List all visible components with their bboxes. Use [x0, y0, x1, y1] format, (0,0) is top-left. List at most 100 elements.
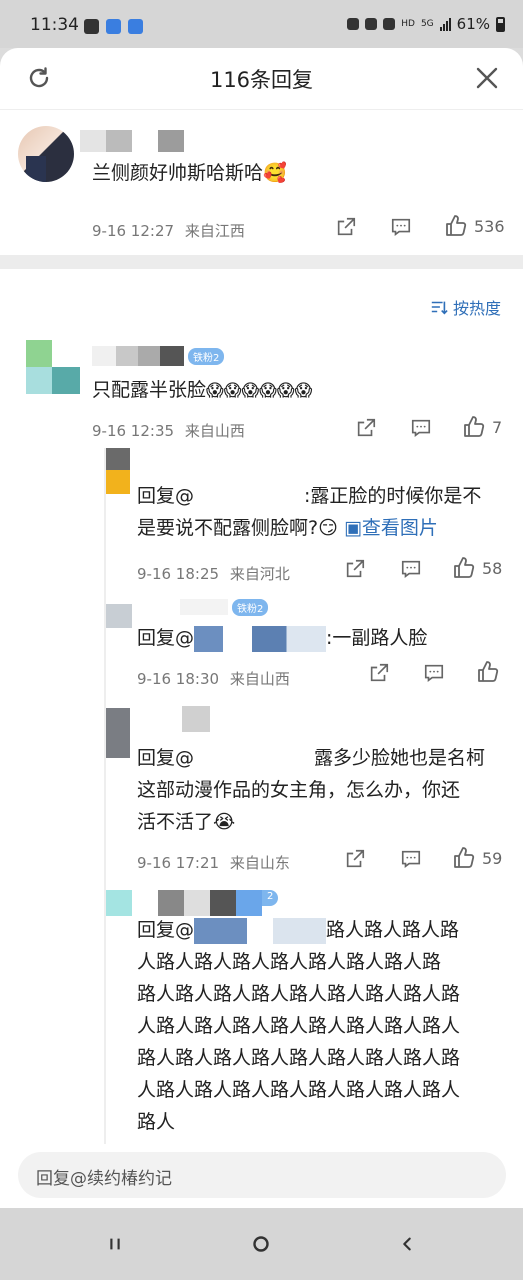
- fan-badge: 铁粉2: [188, 347, 225, 365]
- username-redacted[interactable]: 铁粉2: [180, 598, 269, 616]
- thumbs-up-icon: [478, 661, 499, 682]
- reply-prefix: 回复@: [137, 747, 195, 769]
- comment-time: 9-16 17:21: [137, 854, 220, 872]
- comment-meta: 9-16 12:27 来自江西: [92, 220, 245, 241]
- comment-location: 来自河北: [229, 565, 290, 583]
- comment-icon[interactable]: [410, 417, 432, 439]
- comment-meta: 9-16 12:35 来自山西: [92, 420, 245, 441]
- like-button[interactable]: 58: [452, 556, 502, 580]
- comment-icon[interactable]: [400, 558, 422, 580]
- comment-body-2: 是要说不配露侧脸啊?: [137, 517, 319, 539]
- comment-location: 来自江西: [184, 222, 245, 240]
- share-icon[interactable]: [355, 417, 377, 439]
- like-button[interactable]: [476, 660, 506, 684]
- comment-body-5: 路人路人路人路人路人路人路人路人路: [137, 1047, 461, 1069]
- comment-body: :一副路人脸: [326, 627, 428, 649]
- avatar[interactable]: [106, 604, 132, 628]
- recents-button[interactable]: [100, 1230, 130, 1258]
- thread-line: [104, 448, 106, 1196]
- comment-meta: 9-16 18:25 来自河北: [137, 563, 290, 584]
- avatar[interactable]: [106, 448, 130, 494]
- app-notification-icon-2: [128, 19, 143, 34]
- comment-body-4: 人路人路人路人路人路人路人路人路人: [137, 1015, 461, 1037]
- emoji: 😱😱😱😱😱😱: [206, 381, 313, 401]
- back-button[interactable]: [392, 1230, 422, 1258]
- hd-label: HD: [401, 18, 415, 29]
- signal-icon: [439, 17, 451, 31]
- comment-text: 兰侧颜好帅斯哈斯哈🥰: [92, 158, 287, 185]
- mention-redacted[interactable]: [194, 917, 327, 944]
- thumbs-up-icon: [464, 416, 485, 437]
- comment-time: 9-16 18:25: [137, 565, 220, 583]
- comment-text: 回复@ 露多少脸她也是名柯 这部动漫作品的女主角，怎么办，你还 活不活了😭: [137, 742, 507, 838]
- comment-body: 路人路人路人路: [326, 919, 460, 941]
- like-button[interactable]: 536: [444, 214, 505, 238]
- comment-body-3: 路人路人路人路人路人路人路人路人路: [137, 983, 461, 1005]
- reply-prefix: 回复@: [137, 627, 195, 649]
- comment-body: 只配露半张脸: [92, 379, 207, 401]
- comment-body-2: 人路人路人路人路人路人路人路人路: [137, 951, 442, 973]
- page-title: 116条回复: [209, 68, 314, 92]
- reply-input[interactable]: 回复@续约椿约记: [18, 1152, 506, 1198]
- home-button[interactable]: [246, 1230, 276, 1258]
- reply-input-bar: 回复@续约椿约记: [0, 1144, 523, 1208]
- share-icon[interactable]: [344, 558, 366, 580]
- comment-body-3: 活不活了: [137, 811, 214, 833]
- comment-body-7: 路人: [137, 1111, 176, 1133]
- mention-redacted[interactable]: [194, 748, 314, 770]
- status-time: 11:34: [30, 15, 79, 35]
- sort-icon: [431, 301, 448, 315]
- battery-percent: 61%: [456, 15, 490, 33]
- thumbs-up-icon: [446, 215, 467, 236]
- comment-time: 9-16 18:30: [137, 670, 220, 688]
- emoji: 😏: [318, 517, 338, 539]
- comment-icon[interactable]: [400, 848, 422, 870]
- view-image-label: 查看图片: [361, 517, 438, 539]
- comment-time: 9-16 12:27: [92, 222, 175, 240]
- comment-text: 回复@ :一副路人脸: [137, 622, 427, 654]
- avatar[interactable]: [106, 708, 130, 758]
- comment-location: 来自山西: [184, 422, 245, 440]
- sheet-header: 116条回复: [0, 48, 523, 110]
- gallery-icon: [84, 19, 99, 34]
- app-notification-icon: [106, 19, 121, 34]
- emoji: 🥰: [263, 162, 287, 184]
- comment-text: 只配露半张脸😱😱😱😱😱😱: [92, 374, 312, 407]
- status-right-group: HD 5G 61%: [347, 15, 505, 33]
- like-button[interactable]: 59: [452, 846, 502, 870]
- comment-body-6: 人路人路人路人路人路人路人路人路人: [137, 1079, 461, 1101]
- share-icon[interactable]: [368, 662, 390, 684]
- username-redacted[interactable]: 2: [106, 890, 279, 916]
- avatar[interactable]: [26, 340, 80, 394]
- comment-icon[interactable]: [423, 662, 445, 684]
- comment-time: 9-16 12:35: [92, 422, 175, 440]
- username-redacted[interactable]: [182, 706, 210, 732]
- comment-meta: 9-16 18:30 来自山西: [137, 668, 290, 689]
- sort-button[interactable]: 按热度: [430, 295, 501, 319]
- reply-prefix: 回复@: [137, 485, 195, 507]
- username-redacted[interactable]: [80, 130, 184, 152]
- like-button[interactable]: 7: [462, 415, 502, 439]
- fan-badge: 铁粉2: [232, 598, 269, 616]
- share-icon[interactable]: [344, 848, 366, 870]
- comment-text: 回复@ 路人路人路人路 人路人路人路人路人路人路人路人路 路人路人路人路人路人路人…: [137, 914, 509, 1138]
- like-count: 58: [482, 558, 503, 578]
- view-image-link[interactable]: ▣查看图片: [344, 517, 438, 539]
- comment-body: 兰侧颜好帅斯哈斯哈: [92, 162, 264, 184]
- comment-location: 来自山西: [229, 670, 290, 688]
- alarm-icon: [365, 18, 378, 30]
- mention-redacted[interactable]: [194, 486, 304, 508]
- thumbs-up-icon: [454, 847, 475, 868]
- close-icon[interactable]: [475, 66, 499, 90]
- share-icon[interactable]: [335, 216, 357, 238]
- mention-redacted[interactable]: [194, 625, 327, 652]
- thumbs-up-icon: [454, 557, 475, 578]
- fan-badge: 2: [262, 890, 279, 906]
- avatar[interactable]: [18, 126, 74, 182]
- network-label: 5G: [420, 18, 434, 29]
- like-count: 59: [482, 848, 503, 868]
- comment-icon[interactable]: [390, 216, 412, 238]
- replies-sheet: 116条回复 兰侧颜好帅斯哈斯哈🥰 9-16 12:27 来自江西 536 按热…: [0, 48, 523, 1208]
- username-redacted[interactable]: 铁粉2: [92, 346, 225, 366]
- like-count: 7: [492, 417, 503, 437]
